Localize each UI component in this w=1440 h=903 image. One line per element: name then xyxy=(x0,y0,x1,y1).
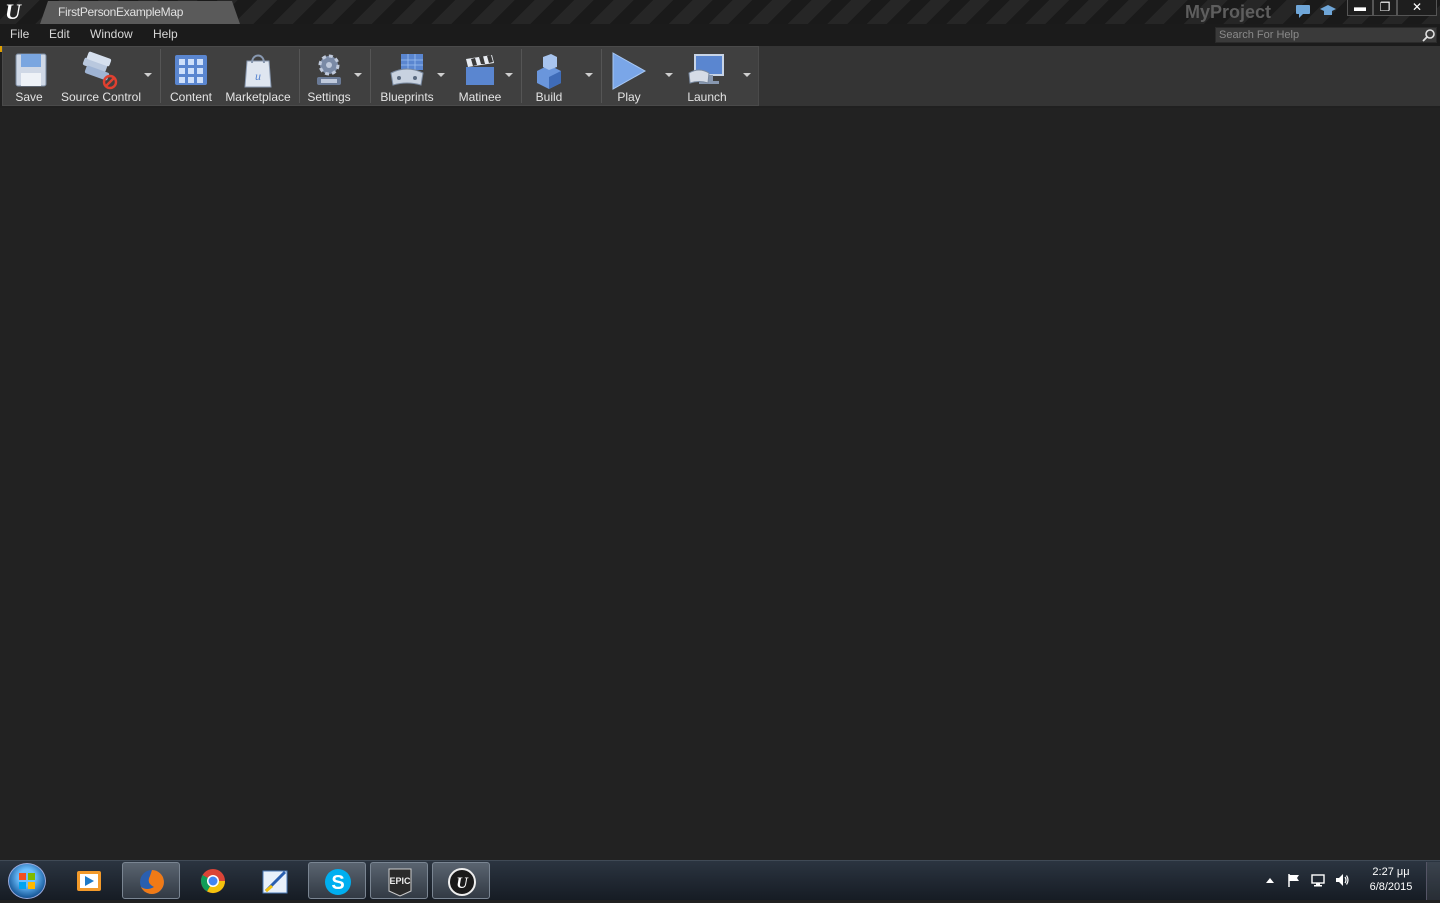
build-icon xyxy=(537,54,561,89)
blueprints-icon xyxy=(390,54,424,86)
toolbar-separator xyxy=(160,49,161,103)
play-label: Play xyxy=(617,90,641,104)
search-icon[interactable] xyxy=(1422,28,1436,42)
skype-icon: S xyxy=(325,869,351,895)
build-dropdown-icon[interactable] xyxy=(585,73,593,77)
menu-file[interactable]: File xyxy=(10,27,29,41)
matinee-icon xyxy=(466,55,494,85)
save-button[interactable]: Save xyxy=(9,47,49,105)
clock-time: 2:27 μμ xyxy=(1372,866,1410,878)
source-control-icon xyxy=(82,51,118,90)
save-label: Save xyxy=(15,90,43,104)
chrome-icon xyxy=(200,869,225,894)
launch-label: Launch xyxy=(687,90,727,104)
title-bar: U FirstPersonExampleMap MyProject ▬ ❐ ✕ xyxy=(0,0,1440,24)
source-control-dropdown-icon[interactable] xyxy=(144,73,152,77)
system-clock[interactable]: 2:27 μμ 6/8/2015 xyxy=(1362,865,1420,895)
taskbar-chrome[interactable] xyxy=(184,862,242,899)
close-button[interactable]: ✕ xyxy=(1397,0,1437,16)
epic-games-icon: EPIC xyxy=(388,868,412,897)
content-button[interactable]: Content xyxy=(167,47,215,105)
firefox-icon xyxy=(140,870,164,894)
toolbar-separator xyxy=(601,49,602,103)
launch-dropdown-icon[interactable] xyxy=(743,73,751,77)
toolbar-separator xyxy=(299,49,300,103)
toolbar-background xyxy=(759,46,1440,106)
settings-button[interactable]: Settings xyxy=(305,47,353,105)
source-control-button[interactable]: Source Control xyxy=(59,47,143,105)
svg-text:u: u xyxy=(255,69,261,83)
svg-text:S: S xyxy=(331,872,344,894)
menu-window[interactable]: Window xyxy=(90,27,133,41)
taskbar-editor[interactable] xyxy=(246,862,304,899)
tutorial-icon[interactable] xyxy=(1319,3,1337,19)
source-control-label: Source Control xyxy=(60,90,142,104)
blueprints-label: Blueprints xyxy=(380,90,434,104)
blueprints-button[interactable]: Blueprints xyxy=(377,47,437,105)
settings-icon xyxy=(317,54,341,85)
volume-icon[interactable] xyxy=(1334,872,1350,888)
help-search xyxy=(1215,27,1437,43)
editor-icon xyxy=(262,870,288,894)
taskbar-unreal-engine[interactable]: U xyxy=(432,862,490,899)
unreal-engine-icon: U xyxy=(448,868,476,896)
taskbar-epic-games[interactable]: EPIC xyxy=(370,862,428,899)
save-icon xyxy=(15,53,47,87)
marketplace-button[interactable]: u Marketplace xyxy=(221,47,295,105)
project-name: MyProject xyxy=(1185,2,1272,22)
help-search-input[interactable] xyxy=(1219,28,1419,42)
start-button[interactable] xyxy=(8,863,46,899)
matinee-label: Matinee xyxy=(458,90,502,104)
unreal-logo-icon[interactable]: U xyxy=(0,0,26,24)
show-desktop-button[interactable] xyxy=(1426,862,1440,900)
marketplace-label: Marketplace xyxy=(225,90,291,104)
main-toolbar: Save Source Control Content u Marketplac… xyxy=(2,46,759,106)
matinee-dropdown-icon[interactable] xyxy=(505,73,513,77)
play-icon xyxy=(612,52,647,90)
content-label: Content xyxy=(169,90,213,104)
toolbar-separator xyxy=(521,49,522,103)
menu-help[interactable]: Help xyxy=(153,27,178,41)
blueprints-dropdown-icon[interactable] xyxy=(437,73,445,77)
minimize-button[interactable]: ▬ xyxy=(1347,0,1373,16)
main-viewport[interactable] xyxy=(0,108,1440,860)
build-label: Build xyxy=(535,90,563,104)
media-player-icon xyxy=(77,871,101,891)
clock-date: 6/8/2015 xyxy=(1369,881,1413,893)
play-button[interactable]: Play xyxy=(609,47,649,105)
action-center-flag-icon[interactable] xyxy=(1286,872,1302,888)
content-icon xyxy=(175,55,207,85)
network-icon[interactable] xyxy=(1310,872,1326,888)
taskbar-skype[interactable]: S xyxy=(308,862,366,899)
restore-button[interactable]: ❐ xyxy=(1373,0,1397,16)
play-dropdown-icon[interactable] xyxy=(665,73,673,77)
show-hidden-icons-icon[interactable] xyxy=(1262,872,1278,888)
settings-dropdown-icon[interactable] xyxy=(354,73,362,77)
menu-edit[interactable]: Edit xyxy=(49,27,70,41)
taskbar-firefox[interactable] xyxy=(122,862,180,899)
level-tab-label: FirstPersonExampleMap xyxy=(58,5,184,19)
settings-label: Settings xyxy=(307,90,351,104)
windows-logo-icon xyxy=(19,873,35,889)
launch-button[interactable]: Launch xyxy=(681,47,733,105)
marketplace-icon: u xyxy=(244,54,272,88)
matinee-button[interactable]: Matinee xyxy=(455,47,505,105)
svg-text:EPIC: EPIC xyxy=(389,876,411,886)
chat-icon[interactable] xyxy=(1294,3,1312,19)
build-button[interactable]: Build xyxy=(529,47,569,105)
taskbar: S EPIC U xyxy=(0,860,1440,900)
toolbar-separator xyxy=(370,49,371,103)
level-tab[interactable]: FirstPersonExampleMap xyxy=(40,1,240,24)
launch-icon xyxy=(688,54,724,84)
svg-text:U: U xyxy=(456,875,469,892)
taskbar-media-player[interactable] xyxy=(60,862,118,899)
